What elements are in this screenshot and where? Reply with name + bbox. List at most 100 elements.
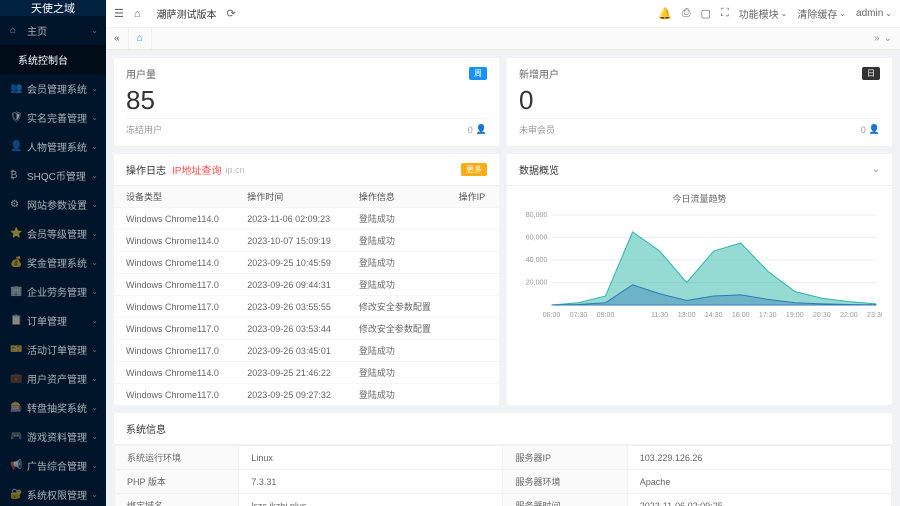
refresh-icon[interactable]: ⟳ [227, 7, 236, 20]
sysinfo-key: 绑定域名 [115, 494, 239, 506]
menu-item-icon: 🎮 [10, 431, 22, 442]
sidebar-item[interactable]: ⚙网站参数设置⌄ [0, 190, 106, 219]
menu-item-label: 用户资产管理 [27, 371, 91, 386]
chart-title: 今日流量趋势 [517, 192, 882, 205]
menu-item-icon: 💰 [10, 257, 22, 268]
cache-dropdown[interactable]: 清除缓存 ⌄ [797, 6, 846, 21]
svg-text:06:00: 06:00 [543, 312, 561, 319]
chevron-down-icon: ⌄ [91, 84, 98, 93]
table-header: 设备类型 [114, 186, 235, 208]
breadcrumb: 潮萨测试版本 [157, 6, 217, 21]
menu-collapse-icon[interactable]: ☰ [114, 7, 124, 20]
sidebar-item[interactable]: 🎮游戏资料管理⌄ [0, 422, 106, 451]
chevron-down-icon: ⌄ [91, 171, 98, 180]
svg-text:13:00: 13:00 [678, 312, 696, 319]
sidebar-item[interactable]: 🎰转盘抽奖系统⌄ [0, 393, 106, 422]
table-header: 操作信息 [347, 186, 447, 208]
table-row: Windows Chrome117.02023-09-26 09:44:31登陆… [114, 274, 499, 296]
menu-item-icon: 🎫 [10, 344, 22, 355]
chevron-down-icon: ⌄ [91, 113, 98, 122]
users-sub-value: 0 [468, 125, 473, 135]
logs-more-tag[interactable]: 更多 [461, 163, 487, 176]
table-row: PHP 版本7.3.31服务器环境Apache [115, 470, 892, 494]
table-row: Windows Chrome117.02023-09-26 03:55:55修改… [114, 296, 499, 318]
menu-item-icon: 📋 [10, 315, 22, 326]
content-scroll[interactable]: 用户量 周 85 冻结用户 0 👤 新增用户 日 [106, 50, 900, 506]
table-row: Windows Chrome114.02023-11-06 02:09:23登陆… [114, 208, 499, 230]
menu-item-icon: 👤 [10, 141, 22, 152]
chevron-down-icon: ⌄ [781, 9, 788, 18]
menu-item-icon: 🔐 [10, 489, 22, 500]
menu-item-icon: 🎰 [10, 402, 22, 413]
table-cell: 2023-09-26 03:53:44 [235, 318, 347, 340]
table-cell: 登陆成功 [347, 252, 447, 274]
menu-home-label: 主页 [27, 23, 91, 38]
sidebar-item[interactable]: 🔐系统权限管理⌄ [0, 480, 106, 506]
card-chart: 数据概览 ⌄ 今日流量趋势 20,00040,00060,00080,00006… [507, 154, 892, 405]
menu-home[interactable]: ⌂ 主页 ⌄ [0, 16, 106, 45]
svg-text:22:00: 22:00 [840, 312, 858, 319]
fullscreen-icon[interactable]: ⛶ [721, 7, 729, 20]
svg-text:40,000: 40,000 [526, 257, 548, 264]
svg-text:07:30: 07:30 [570, 312, 588, 319]
menu-item-label: 会员管理系统 [27, 81, 91, 96]
sysinfo-table: 系统运行环境Linux服务器IP103.229.126.26PHP 版本7.3.… [114, 445, 892, 506]
sysinfo-key: PHP 版本 [115, 470, 239, 494]
modules-dropdown[interactable]: 功能模块 ⌄ [739, 6, 788, 21]
menu-item-label: 活动订单管理 [27, 342, 91, 357]
card-logs: 操作日志 IP地址查询 ip.cn 更多 设备类型操作时间操作信息操作IP Wi… [114, 154, 499, 405]
tab-home[interactable]: ⌂ [129, 28, 152, 49]
chevron-down-icon[interactable]: ⌄ [872, 164, 880, 175]
table-cell [447, 384, 499, 406]
menu-item-label: 人物管理系统 [27, 139, 91, 154]
table-cell: 登陆成功 [347, 340, 447, 362]
sidebar-item[interactable]: 👤人物管理系统⌄ [0, 132, 106, 161]
table-cell: 登陆成功 [347, 230, 447, 252]
sysinfo-value: Linux [239, 446, 503, 470]
table-cell [447, 362, 499, 384]
logs-title: 操作日志 [126, 162, 166, 177]
table-cell [447, 340, 499, 362]
menu-item-label: 转盘抽奖系统 [27, 400, 91, 415]
sidebar-item[interactable]: 💼用户资产管理⌄ [0, 364, 106, 393]
table-cell: 登陆成功 [347, 208, 447, 230]
sidebar-item[interactable]: ⭐会员等级管理⌄ [0, 219, 106, 248]
table-cell: Windows Chrome114.0 [114, 208, 235, 230]
sidebar-item[interactable]: ₿SHQC币管理⌄ [0, 161, 106, 190]
sidebar-item[interactable]: 👥会员管理系统⌄ [0, 74, 106, 103]
tabs-more[interactable]: » ⌄ [866, 28, 900, 49]
table-cell [447, 318, 499, 340]
table-cell: Windows Chrome114.0 [114, 362, 235, 384]
table-cell: 修改安全参数配置 [347, 296, 447, 318]
ip-lookup-link[interactable]: IP地址查询 [172, 162, 221, 177]
new-sub-value: 0 [861, 125, 866, 135]
sidebar-item[interactable]: 🏢企业劳务管理⌄ [0, 277, 106, 306]
svg-text:20,000: 20,000 [526, 280, 548, 287]
table-cell [447, 296, 499, 318]
sidebar-item[interactable]: 💰奖金管理系统⌄ [0, 248, 106, 277]
chevron-down-icon: ⌄ [91, 432, 98, 441]
window-icon[interactable]: ▢ [701, 7, 711, 20]
table-cell: 2023-10-07 15:09:19 [235, 230, 347, 252]
sidebar-item[interactable]: 🎫活动订单管理⌄ [0, 335, 106, 364]
sysinfo-value: Apache [627, 470, 891, 494]
sysinfo-value: 7.3.31 [239, 470, 503, 494]
tab-back[interactable]: « [106, 28, 129, 49]
table-cell: Windows Chrome117.0 [114, 384, 235, 406]
bell-icon[interactable]: 🔔 [658, 7, 672, 20]
home-icon[interactable]: ⌂ [134, 8, 141, 20]
table-row: Windows Chrome117.02023-09-26 03:53:44修改… [114, 318, 499, 340]
sidebar-item[interactable]: 📋订单管理⌄ [0, 306, 106, 335]
user-dropdown[interactable]: admin ⌄ [856, 8, 892, 19]
menu-item-icon: ⭐ [10, 228, 22, 239]
sidebar-item[interactable]: 📢广告综合管理⌄ [0, 451, 106, 480]
chart-panel-title: 数据概览 [519, 162, 559, 177]
table-cell: 修改安全参数配置 [347, 318, 447, 340]
print-icon[interactable]: ⎙ [682, 7, 691, 20]
users-title: 用户量 [126, 66, 156, 81]
menu-console[interactable]: 系统控制台 [0, 45, 106, 74]
user-label: admin [856, 8, 883, 19]
sidebar-item[interactable]: 🛡实名完善管理⌄ [0, 103, 106, 132]
table-cell [447, 252, 499, 274]
table-cell [447, 274, 499, 296]
